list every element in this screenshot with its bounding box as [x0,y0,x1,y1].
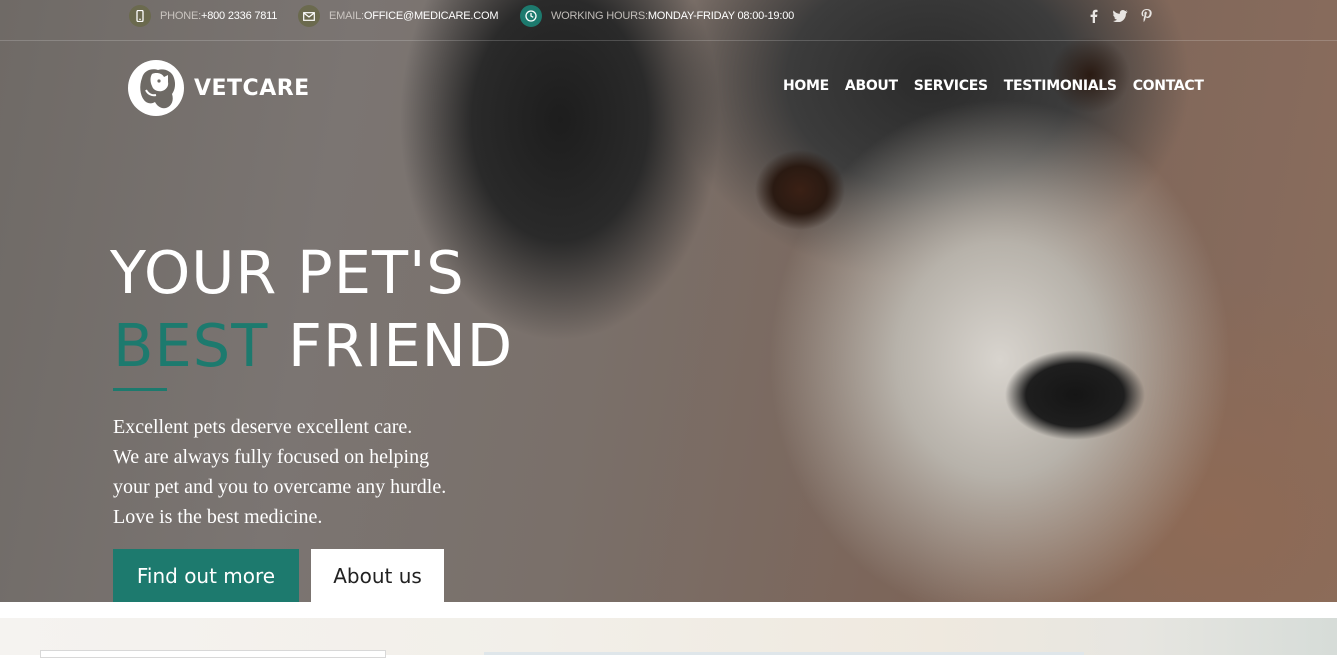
brand-name: VETCARE [194,75,310,101]
hero-title-line2: BEST FRIEND [113,311,513,381]
twitter-icon[interactable] [1112,8,1128,24]
description-line: Excellent pets deserve excellent care. [113,416,413,438]
hero-title-line1: YOUR PET'S [110,238,465,307]
nav-services[interactable]: SERVICES [914,78,988,94]
nav-contact[interactable]: CONTACT [1133,78,1204,94]
pinterest-icon[interactable] [1138,8,1154,24]
description-line: We are always fully focused on helping [113,446,430,468]
hero-description: Excellent pets deserve excellent care. W… [113,412,446,532]
top-contact-bar: PHONE: +800 2336 7811 EMAIL: OFFICE@MEDI… [0,0,1337,41]
hours-contact: WORKING HOURS: MONDAY-FRIDAY 08:00-19:00 [520,4,794,28]
phone-icon [129,5,151,27]
title-divider [113,388,167,391]
hero-title-accent: BEST [113,311,269,380]
email-label: EMAIL: [329,10,364,22]
hours-value: MONDAY-FRIDAY 08:00-19:00 [647,10,795,22]
hours-label: WORKING HOURS: [551,10,648,22]
facebook-icon[interactable] [1086,8,1102,24]
dog-cat-logo-icon [128,60,184,116]
nav-about[interactable]: ABOUT [845,78,898,94]
hero-title-rest: FRIEND [288,311,514,380]
email-contact: EMAIL: OFFICE@MEDICARE.COM [298,4,499,28]
phone-contact: PHONE: +800 2336 7811 [129,4,277,28]
description-line: your pet and you to overcame any hurdle. [113,476,447,498]
social-links [1086,8,1154,24]
clock-icon [520,5,542,27]
preview-card [40,650,386,658]
main-nav: HOME ABOUT SERVICES TESTIMONIALS CONTACT [783,78,1204,94]
email-value[interactable]: OFFICE@MEDICARE.COM [364,10,499,22]
brand-logo[interactable]: VETCARE [128,60,310,116]
phone-label: PHONE: [160,10,201,22]
nav-testimonials[interactable]: TESTIMONIALS [1004,78,1117,94]
next-section-preview [0,618,1337,658]
description-line: Love is the best medicine. [113,506,323,528]
mail-icon [298,5,320,27]
about-us-button[interactable]: About us [311,549,444,602]
find-out-more-button[interactable]: Find out more [113,549,299,602]
phone-value[interactable]: +800 2336 7811 [201,10,277,22]
nav-home[interactable]: HOME [783,78,829,94]
